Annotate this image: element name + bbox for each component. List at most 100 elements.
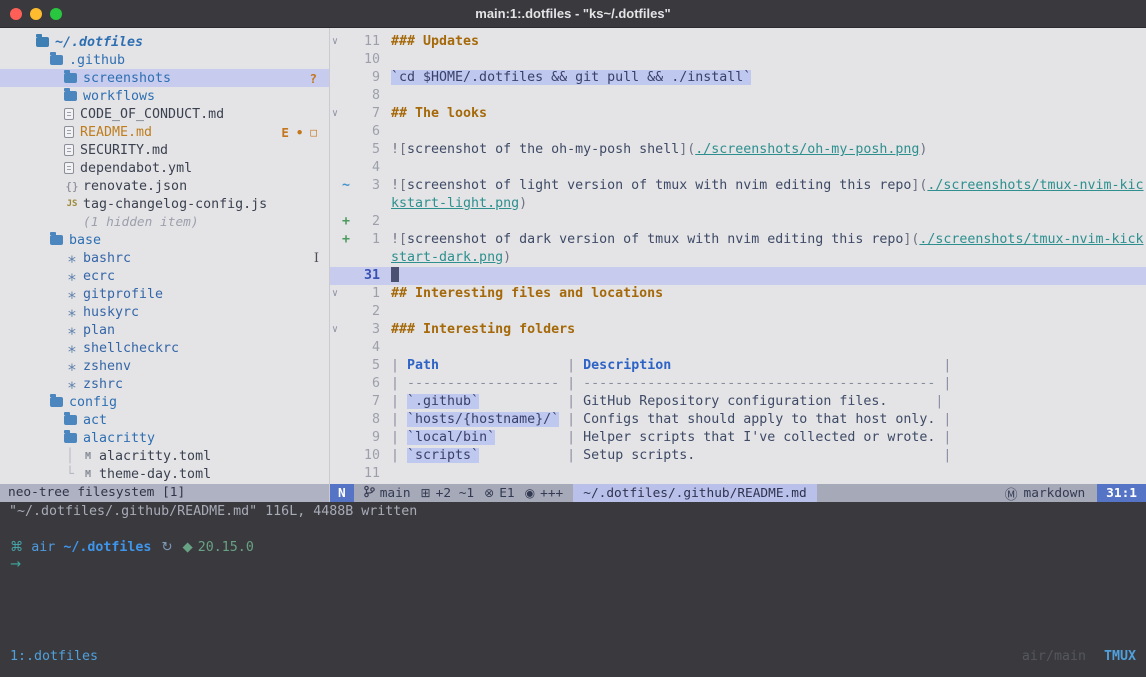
fold-column: [330, 303, 342, 321]
tree-item-zshrc[interactable]: *zshrc: [0, 375, 329, 393]
tree-item-label: renovate.json: [83, 179, 187, 194]
editor-line[interactable]: 31: [330, 267, 1146, 285]
editor-line[interactable]: 5![screenshot of the oh-my-posh shell](.…: [330, 141, 1146, 159]
markdown-link[interactable]: kstart-light.png: [391, 196, 519, 211]
sign-column: [342, 33, 354, 51]
tree-item--github[interactable]: .github: [0, 51, 329, 69]
token-pipe: |: [559, 430, 583, 445]
nvim-area: ~/.dotfiles.githubscreenshots?workflowsC…: [0, 28, 1146, 502]
editor-line[interactable]: 9`cd $HOME/.dotfiles && git pull && ./in…: [330, 69, 1146, 87]
token-th: Description: [583, 358, 671, 373]
token-code: `scripts`: [407, 448, 479, 463]
tmux-label: TMUX: [1104, 649, 1136, 664]
apple-os-icon: ⌘: [10, 540, 23, 555]
token-plain: [495, 430, 559, 445]
line-content: ### Updates: [391, 33, 479, 51]
tree-item-screenshots[interactable]: screenshots?: [0, 69, 329, 87]
tree-item--dotfiles[interactable]: ~/.dotfiles: [0, 33, 329, 51]
zoom-button[interactable]: [50, 8, 62, 20]
conf-icon: *: [64, 306, 80, 325]
editor-line[interactable]: 11: [330, 465, 1146, 483]
line-number: 11: [354, 465, 380, 483]
close-button[interactable]: [10, 8, 22, 20]
token-punct: ): [503, 250, 511, 265]
fold-marker-icon[interactable]: ∨: [330, 285, 342, 303]
tree-item-gitprofile[interactable]: *gitprofile: [0, 285, 329, 303]
editor-line[interactable]: ∨1## Interesting files and locations: [330, 285, 1146, 303]
fold-column: [330, 141, 342, 159]
shell-prompt[interactable]: ⌘ air ~/.dotfiles ↻ ◆ 20.15.0: [10, 538, 254, 556]
editor-line[interactable]: 2: [330, 303, 1146, 321]
editor-line[interactable]: 7| `.github` | GitHub Repository configu…: [330, 393, 1146, 411]
tree-item--1-hidden-item-[interactable]: (1 hidden item): [0, 213, 329, 231]
tree-item-zshenv[interactable]: *zshenv: [0, 357, 329, 375]
tmux-window-tab[interactable]: 1:.dotfiles: [10, 649, 98, 664]
markdown-link[interactable]: ./screenshots/tmux-nvim-kick: [919, 232, 1143, 247]
tree-item-huskyrc[interactable]: *huskyrc: [0, 303, 329, 321]
line-number: 7: [354, 105, 380, 123]
tree-item-code-of-conduct-md[interactable]: CODE_OF_CONDUCT.md: [0, 105, 329, 123]
tree-item-renovate-json[interactable]: {}renovate.json: [0, 177, 329, 195]
tree-item-alacritty[interactable]: alacritty: [0, 429, 329, 447]
line-content: | Path | Description |: [391, 357, 951, 375]
markdown-link[interactable]: ./screenshots/tmux-nvim-kic: [927, 178, 1143, 193]
tree-item-readme-md[interactable]: README.mdE•□: [0, 123, 329, 141]
editor-line[interactable]: ∨3### Interesting folders: [330, 321, 1146, 339]
editor-line[interactable]: 4: [330, 339, 1146, 357]
line-content: `cd $HOME/.dotfiles && git pull && ./ins…: [391, 69, 751, 87]
tree-item-theme-day-toml[interactable]: └Mtheme-day.toml: [0, 465, 329, 483]
token-pipe: |: [391, 412, 407, 427]
tree-item-shellcheckrc[interactable]: *shellcheckrc: [0, 339, 329, 357]
editor-line[interactable]: +2: [330, 213, 1146, 231]
editor-line[interactable]: +1![screenshot of dark version of tmux w…: [330, 231, 1146, 249]
fold-column: [330, 447, 342, 465]
editor-line[interactable]: 10: [330, 51, 1146, 69]
tree-item-bashrc[interactable]: *bashrcI: [0, 249, 329, 267]
tree-item-base[interactable]: base: [0, 231, 329, 249]
markdown-link[interactable]: start-dark.png: [391, 250, 503, 265]
gutter-gap: [380, 429, 391, 447]
editor-buffer[interactable]: ∨11### Updates109`cd $HOME/.dotfiles && …: [330, 28, 1146, 483]
editor-line[interactable]: 8| `hosts/{hostname}/` | Configs that sh…: [330, 411, 1146, 429]
editor-line[interactable]: 6: [330, 123, 1146, 141]
token-heading: ### Updates: [391, 34, 479, 49]
editor-line[interactable]: 4: [330, 159, 1146, 177]
editor-line[interactable]: 5| Path | Description |: [330, 357, 1146, 375]
tree-item-security-md[interactable]: SECURITY.md: [0, 141, 329, 159]
tree-item-ecrc[interactable]: *ecrc: [0, 267, 329, 285]
tree-item-config[interactable]: config: [0, 393, 329, 411]
gutter-gap: [380, 33, 391, 51]
tree-item-workflows[interactable]: workflows: [0, 87, 329, 105]
tree-item-label: shellcheckrc: [83, 341, 179, 356]
token-text: Configs that should apply to that host o…: [583, 412, 935, 427]
editor-line[interactable]: 9| `local/bin` | Helper scripts that I'v…: [330, 429, 1146, 447]
markdown-link[interactable]: ./screenshots/oh-my-posh.png: [695, 142, 919, 157]
tree-item-tag-changelog-config-js[interactable]: JStag-changelog-config.js: [0, 195, 329, 213]
prompt-arrow-icon[interactable]: →: [10, 557, 21, 572]
tree-item-dependabot-yml[interactable]: dependabot.yml: [0, 159, 329, 177]
editor-line[interactable]: 10| `scripts` | Setup scripts. |: [330, 447, 1146, 465]
neotree-statusline: neo-tree filesystem [1]: [0, 484, 329, 502]
token-pipe: |: [935, 430, 951, 445]
editor-line[interactable]: ∨7## The looks: [330, 105, 1146, 123]
tree-item-alacritty-toml[interactable]: │Malacritty.toml: [0, 447, 329, 465]
minimize-button[interactable]: [30, 8, 42, 20]
fold-marker-icon[interactable]: ∨: [330, 105, 342, 123]
editor-statusline: N main ⊞ +2 ~1 ⊗ E1 ◉ +++ ~/.dotfiles/.g…: [330, 484, 1146, 502]
editor-line[interactable]: start-dark.png): [330, 249, 1146, 267]
editor-line[interactable]: 6| ------------------- | ---------------…: [330, 375, 1146, 393]
fold-marker-icon[interactable]: ∨: [330, 321, 342, 339]
mode-indicator: N: [330, 484, 354, 502]
editor-line[interactable]: kstart-light.png): [330, 195, 1146, 213]
editor-line[interactable]: 8: [330, 87, 1146, 105]
fold-marker-icon[interactable]: ∨: [330, 33, 342, 51]
tree-item-plan[interactable]: *plan: [0, 321, 329, 339]
gutter-gap: [380, 141, 391, 159]
doc-icon: [64, 162, 74, 174]
git-sync-icon: ↻: [161, 540, 172, 555]
editor-line[interactable]: ~3![screenshot of light version of tmux …: [330, 177, 1146, 195]
editor-line[interactable]: ∨11### Updates: [330, 33, 1146, 51]
tree-item-act[interactable]: act: [0, 411, 329, 429]
window-title: main:1:.dotfiles - "ks~/.dotfiles": [475, 6, 670, 21]
gutter-gap: [380, 87, 391, 105]
